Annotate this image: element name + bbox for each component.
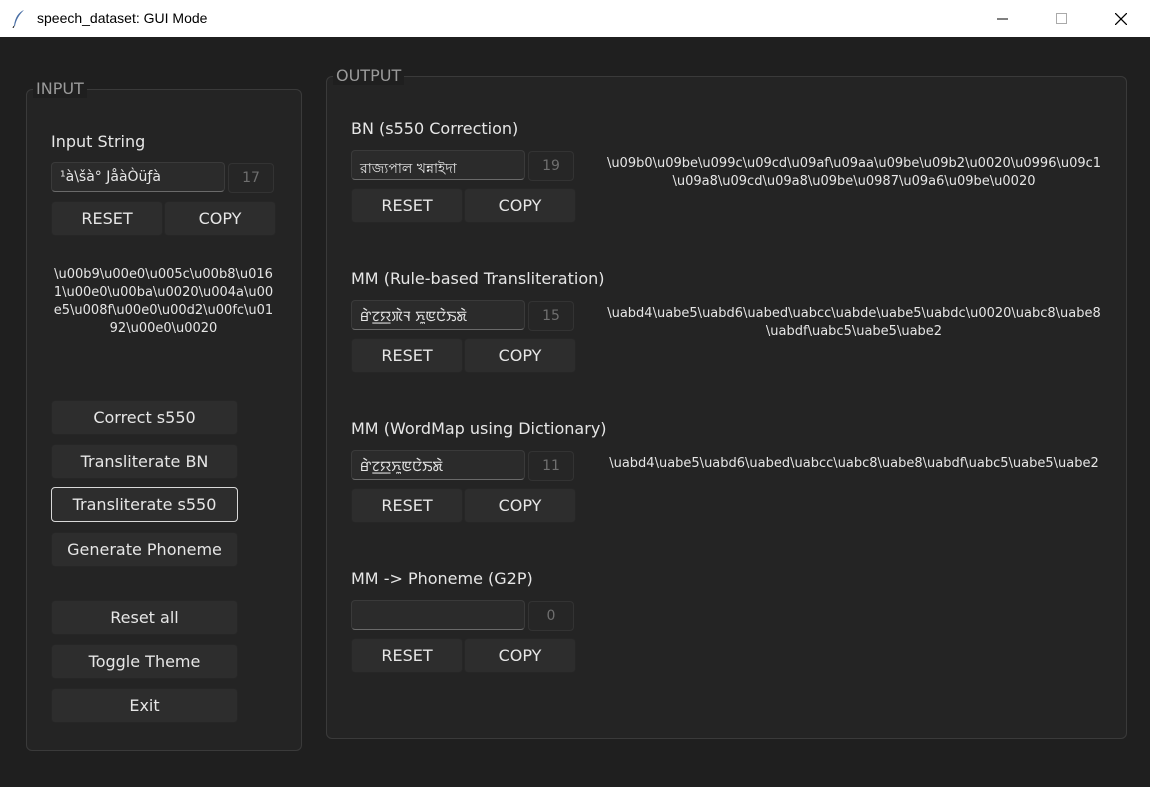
mm-rule-copy-button[interactable]: COPY — [464, 338, 576, 373]
output-frame-label: OUTPUT — [333, 66, 405, 85]
mm-wordmap-field[interactable]: ꯔꯥꯖ꯭ꯌꯈꯨꯟꯅꯥꯏꯗꯥ — [351, 450, 525, 480]
mm-rule-count: 15 — [528, 301, 574, 331]
title-bar: speech_dataset: GUI Mode — [0, 0, 1150, 37]
input-string-field[interactable]: ¹à\šà° JåàÒüƒà — [51, 162, 225, 192]
input-reset-button[interactable]: RESET — [51, 201, 163, 236]
maximize-button[interactable] — [1039, 0, 1085, 37]
bn-correction-unicode: \u09b0\u09be\u099c\u09cd\u09af\u09aa\u09… — [606, 156, 1102, 189]
mm-wordmap-unicode: \uabd4\uabe5\uabd6\uabed\uabcc\uabc8\uab… — [609, 456, 1099, 471]
mm-wordmap-reset-button[interactable]: RESET — [351, 488, 463, 523]
mm-rule-label: MM (Rule-based Transliteration) — [351, 269, 605, 288]
toggle-theme-button[interactable]: Toggle Theme — [51, 644, 238, 679]
exit-button[interactable]: Exit — [51, 688, 238, 723]
minimize-icon — [997, 18, 1008, 20]
window-title: speech_dataset: GUI Mode — [37, 10, 208, 26]
maximize-icon — [1056, 13, 1067, 24]
input-unicode-text: \u00b9\u00e0\u005c\u00b8\u0161\u00e0\u00… — [53, 267, 274, 336]
transliterate-s550-button[interactable]: Transliterate s550 — [51, 487, 238, 522]
mm-wordmap-count: 11 — [528, 451, 574, 481]
bn-correction-reset-button[interactable]: RESET — [351, 188, 463, 223]
correct-s550-button[interactable]: Correct s550 — [51, 400, 238, 435]
close-icon — [1115, 13, 1127, 25]
bn-correction-count: 19 — [528, 151, 574, 181]
mm-phoneme-label: MM -> Phoneme (G2P) — [351, 569, 533, 588]
mm-phoneme-copy-button[interactable]: COPY — [464, 638, 576, 673]
generate-phoneme-button[interactable]: Generate Phoneme — [51, 532, 238, 567]
mm-rule-unicode: \uabd4\uabe5\uabd6\uabed\uabcc\uabde\uab… — [607, 306, 1101, 339]
input-copy-button[interactable]: COPY — [164, 201, 276, 236]
mm-wordmap-label: MM (WordMap using Dictionary) — [351, 419, 607, 438]
mm-phoneme-count: 0 — [528, 601, 574, 631]
bn-correction-label: BN (s550 Correction) — [351, 119, 519, 138]
close-button[interactable] — [1098, 0, 1144, 37]
minimize-button[interactable] — [980, 0, 1026, 37]
mm-rule-reset-button[interactable]: RESET — [351, 338, 463, 373]
mm-phoneme-reset-button[interactable]: RESET — [351, 638, 463, 673]
input-char-count: 17 — [228, 163, 274, 193]
feather-icon — [12, 10, 24, 28]
mm-rule-field[interactable]: ꯔꯥꯖ꯭ꯌꯞꯥꯜ ꯈꯨꯟꯅꯥꯏꯗꯥ — [351, 300, 525, 330]
bn-correction-field[interactable]: রাজ্যপাল খন্নাইদা — [351, 150, 525, 180]
input-frame-label: INPUT — [33, 79, 87, 98]
reset-all-button[interactable]: Reset all — [51, 600, 238, 635]
input-string-label: Input String — [51, 132, 146, 151]
bn-correction-copy-button[interactable]: COPY — [464, 188, 576, 223]
transliterate-bn-button[interactable]: Transliterate BN — [51, 444, 238, 479]
mm-phoneme-field[interactable] — [351, 600, 525, 630]
mm-wordmap-copy-button[interactable]: COPY — [464, 488, 576, 523]
